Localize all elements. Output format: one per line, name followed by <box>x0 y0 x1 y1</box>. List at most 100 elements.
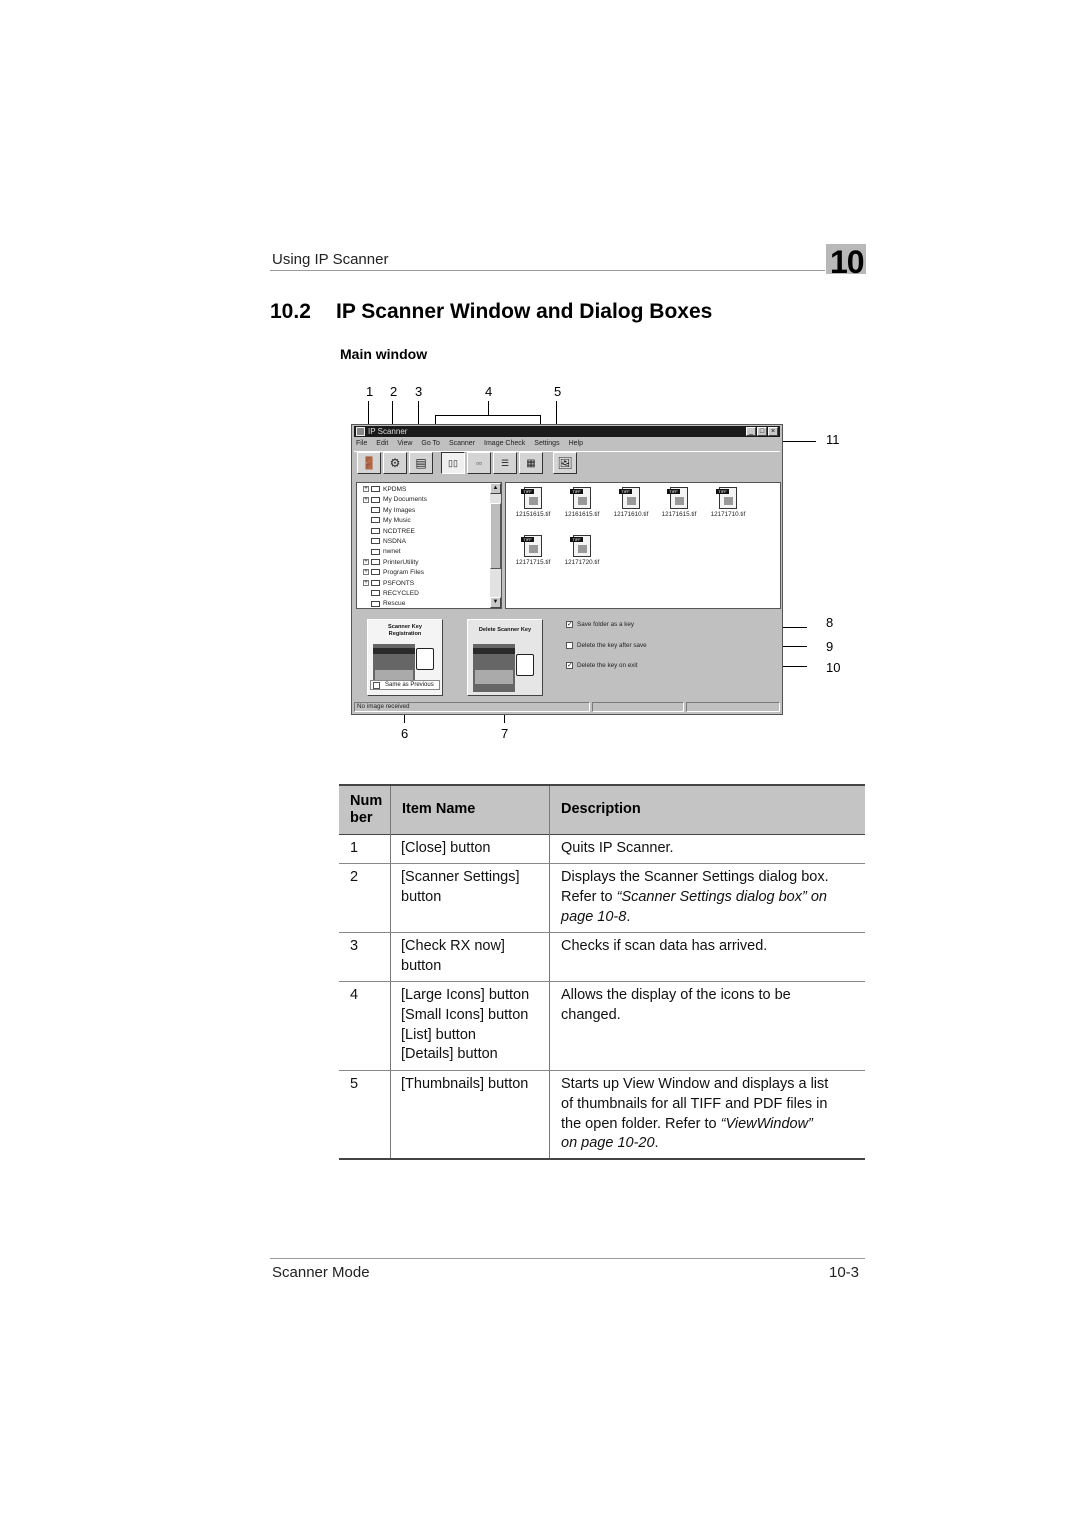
close-button[interactable]: 🚪 <box>357 452 381 474</box>
minimize-button[interactable]: _ <box>746 427 756 436</box>
delete-key-after-save-checkbox[interactable]: Delete the key after save <box>566 642 647 650</box>
thumbnails-button[interactable]: 🖼 <box>553 452 577 474</box>
expand-icon[interactable]: + <box>363 496 369 503</box>
row-5-item: [Thumbnails] button <box>401 1076 529 1092</box>
table-bottom-rule <box>339 1158 865 1160</box>
expand-icon[interactable]: + <box>363 579 369 586</box>
cross-reference-link[interactable]: “ViewWindow” <box>721 1116 813 1132</box>
tree-item[interactable]: My Music <box>363 516 411 526</box>
list-button[interactable]: ☰ <box>493 452 517 474</box>
tree-item[interactable]: + My Documents <box>363 495 427 505</box>
key-panel: Scanner Key Registration Same as Previous… <box>354 611 780 703</box>
row-5-number: 5 <box>350 1076 359 1092</box>
menu-view[interactable]: View <box>397 438 412 449</box>
expand-icon[interactable]: + <box>363 486 369 493</box>
menu-go-to[interactable]: Go To <box>421 438 440 449</box>
checkbox-unchecked-icon[interactable] <box>566 642 573 649</box>
callout-1: 1 <box>366 384 374 399</box>
menu-image-check[interactable]: Image Check <box>484 438 525 449</box>
callout-9: 9 <box>826 639 834 654</box>
delete-key-on-exit-checkbox[interactable]: ✓ Delete the key on exit <box>566 662 638 670</box>
checkbox-checked-icon[interactable]: ✓ <box>566 621 573 628</box>
checkbox-checked-icon[interactable]: ✓ <box>566 662 573 669</box>
col-header-item-name: Item Name <box>402 801 476 817</box>
cross-reference-link[interactable]: on page 10-20 <box>561 1135 655 1151</box>
ip-scanner-window: IP Scanner _ □ × File Edit View Go To Sc… <box>351 424 783 715</box>
tree-item[interactable]: nwnet <box>363 547 401 557</box>
menu-edit[interactable]: Edit <box>376 438 388 449</box>
folder-icon <box>371 507 380 514</box>
file-item[interactable]: TIFF 12171610.tif <box>606 487 656 518</box>
expand-icon[interactable]: + <box>363 569 369 576</box>
delete-scanner-key-button[interactable]: Delete Scanner Key <box>467 619 543 696</box>
close-window-button[interactable]: × <box>768 427 778 436</box>
tree-scrollbar[interactable]: ▲ ▼ <box>490 483 501 608</box>
copier-illustration-icon <box>473 644 515 692</box>
file-item[interactable]: TIFF 12171615.tif <box>654 487 704 518</box>
running-header: Using IP Scanner <box>272 251 389 268</box>
scroll-down-arrow-icon[interactable]: ▼ <box>490 597 501 608</box>
maximize-button[interactable]: □ <box>757 427 767 436</box>
tree-item[interactable]: My Images <box>363 506 415 516</box>
check-rx-icon: ▤ <box>415 456 427 470</box>
folder-icon <box>371 569 380 576</box>
section-number: 10.2 <box>270 300 311 323</box>
status-panel-2 <box>592 702 684 712</box>
folder-icon <box>371 590 380 597</box>
callout-6: 6 <box>401 726 409 741</box>
tree-item[interactable]: Rescue <box>363 599 405 609</box>
folder-icon <box>371 517 380 524</box>
file-item[interactable]: TIFF 12171720.tif <box>557 535 607 566</box>
file-list: TIFF 12151615.tif TIFF 12161615.tif TIFF 12… <box>505 482 781 609</box>
callout-10: 10 <box>826 660 841 675</box>
same-as-previous-checkbox[interactable]: Same as Previous <box>370 680 440 690</box>
tree-item[interactable]: + PrinterUtility <box>363 558 419 568</box>
column-divider <box>390 786 391 1159</box>
scanner-settings-button[interactable]: ⚙ <box>383 452 407 474</box>
scanner-key-registration-button[interactable]: Scanner Key Registration Same as Previous <box>367 619 443 696</box>
file-item[interactable]: TIFF 12151615.tif <box>508 487 558 518</box>
file-item[interactable]: TIFF 12171710.tif <box>703 487 753 518</box>
menu-help[interactable]: Help <box>569 438 583 449</box>
expand-icon[interactable]: + <box>363 559 369 566</box>
save-folder-as-key-checkbox[interactable]: ✓ Save folder as a key <box>566 621 634 629</box>
window-title-bar[interactable]: IP Scanner _ □ × <box>354 426 780 437</box>
row-3-description: Checks if scan data has arrived. <box>561 938 768 954</box>
scrollbar-thumb[interactable] <box>490 503 501 569</box>
file-item[interactable]: TIFF 12161615.tif <box>557 487 607 518</box>
small-icons-button[interactable]: ▫▫ <box>467 452 491 474</box>
tree-item[interactable]: + PSFONTS <box>363 579 414 589</box>
folder-icon <box>371 559 380 566</box>
file-item[interactable]: TIFF 12171715.tif <box>508 535 558 566</box>
cross-reference-link[interactable]: page 10-8 <box>561 909 626 925</box>
check-rx-now-button[interactable]: ▤ <box>409 452 433 474</box>
menu-scanner[interactable]: Scanner <box>449 438 475 449</box>
tree-item[interactable]: + KPDMS <box>363 485 406 495</box>
folder-tree[interactable]: + KPDMS + My Documents My Images My Music … <box>356 482 502 609</box>
section-title: 10.2 IP Scanner Window and Dialog Boxes <box>270 300 712 324</box>
status-bar: No image received <box>354 702 780 712</box>
page-number: 10-3 <box>829 1264 860 1281</box>
callout-5: 5 <box>554 384 562 399</box>
cross-reference-link[interactable]: “Scanner Settings dialog box” on <box>617 889 827 905</box>
tree-item[interactable]: RECYCLED <box>363 589 419 599</box>
row-1-description: Quits IP Scanner. <box>561 840 674 856</box>
row-divider <box>339 981 865 982</box>
tree-item[interactable]: NSDNA <box>363 537 406 547</box>
folder-icon <box>371 496 380 503</box>
tree-item[interactable]: + Program Files <box>363 568 424 578</box>
callout-2: 2 <box>390 384 398 399</box>
tiff-file-icon: TIFF <box>570 487 591 509</box>
app-icon <box>356 427 365 436</box>
mascot-icon <box>416 648 434 670</box>
menu-settings[interactable]: Settings <box>534 438 559 449</box>
menu-bar: File Edit View Go To Scanner Image Check… <box>356 438 583 449</box>
leader-line-4 <box>488 401 489 415</box>
details-button[interactable]: ▦ <box>519 452 543 474</box>
tree-item[interactable]: NCDTREE <box>363 527 415 537</box>
large-icons-button[interactable]: ▯▯ <box>441 452 465 474</box>
scroll-up-arrow-icon[interactable]: ▲ <box>490 483 501 494</box>
menu-file[interactable]: File <box>356 438 367 449</box>
header-rule <box>270 270 825 271</box>
row-4-number: 4 <box>350 987 359 1003</box>
